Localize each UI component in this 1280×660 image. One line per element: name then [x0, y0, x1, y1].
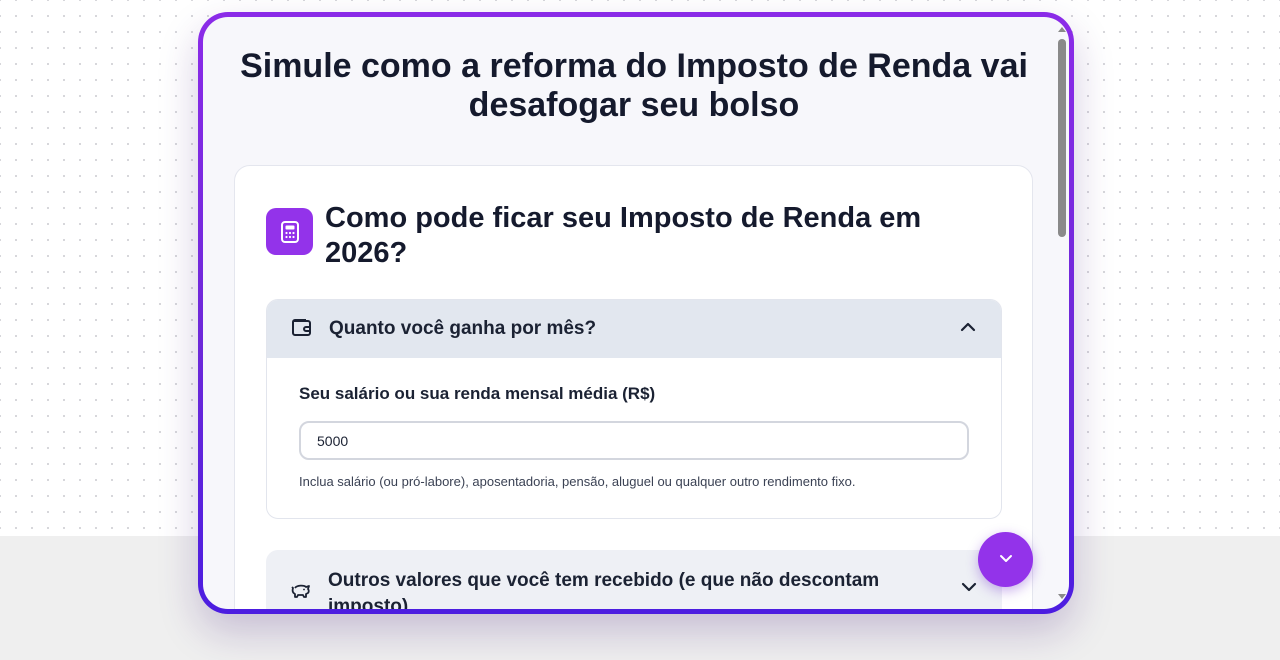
- scrollbar-thumb[interactable]: [1058, 39, 1066, 237]
- calculator-header: Como pode ficar seu Imposto de Renda em …: [266, 201, 992, 271]
- scroll-up-arrow[interactable]: [1058, 27, 1066, 32]
- income-input[interactable]: [299, 421, 969, 460]
- vertical-scrollbar[interactable]: [1057, 27, 1067, 599]
- income-hint: Inclua salário (ou pró-labore), aposenta…: [299, 474, 856, 489]
- scroll-down-arrow[interactable]: [1058, 594, 1066, 599]
- device-frame: Simule como a reforma do Imposto de Rend…: [198, 12, 1074, 614]
- scroll-down-button[interactable]: [978, 532, 1033, 587]
- calculator-icon: [266, 208, 313, 255]
- other-income-section[interactable]: Outros valores que você tem recebido (e …: [266, 550, 1002, 609]
- calculator-card: Como pode ficar seu Imposto de Renda em …: [234, 165, 1033, 609]
- other-income-section-toggle[interactable]: Outros valores que você tem recebido (e …: [290, 568, 978, 609]
- chevron-down-icon: [998, 551, 1014, 569]
- other-income-section-title: Outros valores que você tem recebido (e …: [328, 570, 880, 609]
- income-section-title: Quanto você ganha por mês?: [329, 318, 597, 339]
- income-field-label: Seu salário ou sua renda mensal média (R…: [299, 384, 656, 403]
- income-section-toggle[interactable]: Quanto você ganha por mês?: [267, 300, 1001, 358]
- chevron-up-icon: [959, 320, 977, 338]
- wallet-icon: [291, 317, 313, 342]
- chevron-down-icon: [960, 580, 978, 598]
- income-section: Quanto você ganha por mês? Seu salário o…: [266, 299, 1002, 519]
- calculator-title: Como pode ficar seu Imposto de Renda em …: [325, 202, 922, 269]
- embedded-page: Simule como a reforma do Imposto de Rend…: [203, 17, 1069, 609]
- scroll-content: Simule como a reforma do Imposto de Rend…: [203, 17, 1055, 609]
- page-title: Simule como a reforma do Imposto de Rend…: [240, 47, 1028, 124]
- piggy-bank-icon: [290, 582, 312, 605]
- income-section-body: Seu salário ou sua renda mensal média (R…: [267, 358, 1001, 489]
